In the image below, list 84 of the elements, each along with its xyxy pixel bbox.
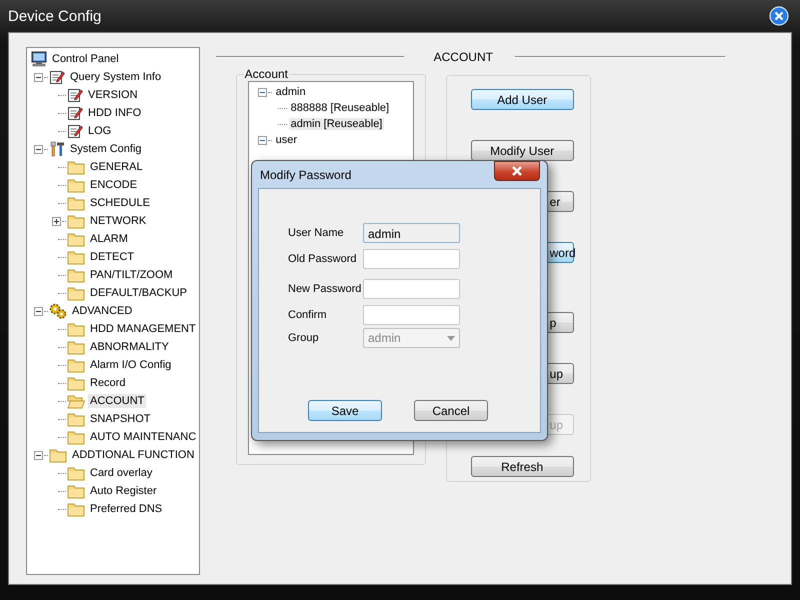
user-tree-item[interactable]: 888888 [Reuseable] xyxy=(288,102,392,114)
field-label: User Name xyxy=(288,227,345,239)
section-title: ACCOUNT xyxy=(434,50,493,64)
tree-item[interactable]: DEFAULT/BACKUP xyxy=(88,286,189,300)
expander-icon[interactable] xyxy=(34,450,43,460)
tree-item[interactable]: Auto Register xyxy=(88,484,159,498)
folder-icon xyxy=(67,339,85,355)
notepad-icon xyxy=(67,123,83,139)
tree-item[interactable]: SCHEDULE xyxy=(88,196,152,210)
expander-icon[interactable] xyxy=(258,136,267,144)
folder-icon xyxy=(67,465,85,481)
tree-item[interactable]: ALARM xyxy=(88,232,130,246)
tree-item[interactable]: HDD INFO xyxy=(86,106,144,120)
folder-icon xyxy=(67,429,85,445)
folder-icon xyxy=(67,195,85,211)
field-label: Group xyxy=(288,332,320,344)
dialog-title: Modify Password xyxy=(260,168,352,182)
tree-item[interactable]: Control Panel xyxy=(50,52,121,66)
user-tree-item[interactable]: admin [Reuseable] xyxy=(288,118,384,130)
close-icon xyxy=(510,164,524,176)
user-tree-item[interactable]: user xyxy=(274,134,300,146)
tree-item[interactable]: Query System Info xyxy=(68,70,164,84)
folder-icon xyxy=(67,177,85,193)
close-button[interactable] xyxy=(494,160,540,180)
folder-icon xyxy=(67,501,85,517)
window-title: Device Config xyxy=(8,8,102,24)
tree-item[interactable]: LOG xyxy=(86,124,114,138)
expander-icon[interactable] xyxy=(34,306,43,316)
tree-item[interactable]: Record xyxy=(88,376,128,390)
open-folder-icon xyxy=(67,393,85,409)
folder-icon xyxy=(67,411,85,427)
folder-icon xyxy=(49,447,67,463)
expander-icon[interactable] xyxy=(52,216,61,226)
dialog-button[interactable]: Save xyxy=(308,400,382,421)
tree-item[interactable]: PAN/TILT/ZOOM xyxy=(88,268,175,282)
input-field[interactable] xyxy=(363,249,460,269)
folder-icon xyxy=(67,231,85,247)
tree-item[interactable]: AUTO MAINTENANC xyxy=(88,430,198,444)
tree-item[interactable]: SNAPSHOT xyxy=(88,412,153,426)
folder-icon xyxy=(67,483,85,499)
notepad-icon xyxy=(49,69,65,85)
expander-icon[interactable] xyxy=(258,88,267,96)
folder-icon xyxy=(67,375,85,391)
folder-icon xyxy=(67,159,85,175)
tree-item[interactable]: VERSION xyxy=(86,88,140,102)
folder-icon xyxy=(67,321,85,337)
group-label: Account xyxy=(244,67,289,81)
action-button[interactable]: Add User xyxy=(470,89,574,110)
tree-item[interactable]: ACCOUNT xyxy=(88,394,146,408)
folder-icon xyxy=(67,249,85,265)
field-label: Confirm xyxy=(288,309,328,321)
expander-icon[interactable] xyxy=(34,144,43,154)
folder-icon xyxy=(67,285,85,301)
action-button[interactable]: Refresh xyxy=(470,456,574,477)
folder-icon xyxy=(67,357,85,373)
tree-item[interactable]: DETECT xyxy=(88,250,136,264)
input-field[interactable] xyxy=(363,305,460,325)
gears-icon xyxy=(49,303,67,319)
action-button[interactable]: Modify User xyxy=(470,140,574,161)
user-tree-item[interactable]: admin xyxy=(274,86,308,98)
tree-item[interactable]: System Config xyxy=(68,142,144,156)
tools-icon xyxy=(49,141,65,157)
computer-icon xyxy=(31,51,47,67)
tree-item[interactable]: GENERAL xyxy=(88,160,145,174)
close-icon[interactable] xyxy=(769,6,789,26)
tree-item[interactable]: ADVANCED xyxy=(70,304,134,318)
tree-item[interactable]: Alarm I/O Config xyxy=(88,358,174,372)
notepad-icon xyxy=(67,105,83,121)
tree-item[interactable]: ADDTIONAL FUNCTION xyxy=(70,448,196,462)
tree-item[interactable]: Card overlay xyxy=(88,466,154,480)
notepad-icon xyxy=(67,87,83,103)
field-label: New Password xyxy=(288,283,362,295)
tree-item[interactable]: NETWORK xyxy=(88,214,148,228)
expander-icon[interactable] xyxy=(34,72,43,82)
field-label: Old Password xyxy=(288,253,358,265)
tree-item[interactable]: HDD MANAGEMENT xyxy=(88,322,198,336)
tree-item[interactable]: Preferred DNS xyxy=(88,502,164,516)
folder-icon xyxy=(67,213,85,229)
folder-icon xyxy=(67,267,85,283)
dialog-button[interactable]: Cancel xyxy=(414,400,488,421)
caret-icon xyxy=(447,336,455,340)
tree-item[interactable]: ABNORMALITY xyxy=(88,340,171,354)
tree-item[interactable]: ENCODE xyxy=(88,178,140,192)
input-field[interactable] xyxy=(363,279,460,299)
